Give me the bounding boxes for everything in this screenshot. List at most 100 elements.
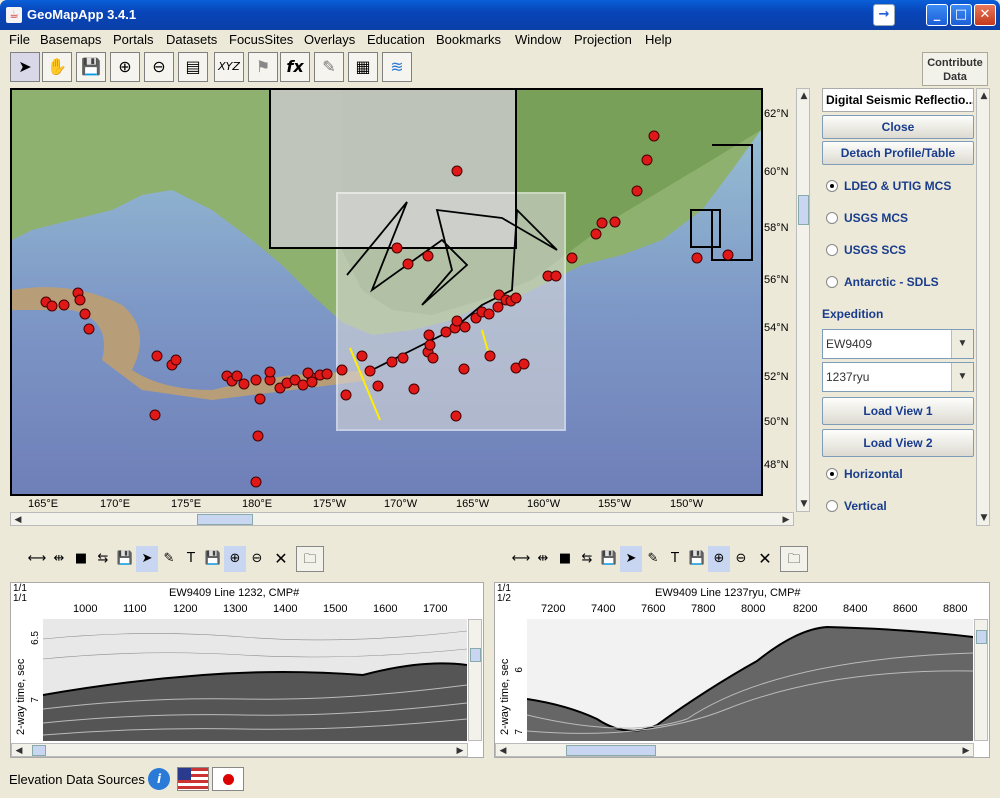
chevron-down-icon[interactable]: ▼ <box>951 330 973 358</box>
line-select[interactable]: 1237ryu ▼ <box>822 362 974 392</box>
menu-portals[interactable]: Portals <box>113 32 153 47</box>
site-marker[interactable] <box>372 380 384 392</box>
site-marker[interactable] <box>397 352 409 364</box>
profile-horizontal-scrollbar[interactable]: ◀ ▶ <box>11 743 468 757</box>
japan-flag-icon[interactable] <box>212 767 244 791</box>
digitize-icon[interactable]: ✎ <box>642 546 664 572</box>
scroll-left-icon[interactable]: ◀ <box>11 513 25 527</box>
scroll-right-icon[interactable]: ▶ <box>959 744 973 758</box>
site-marker[interactable] <box>402 258 414 270</box>
radio-ldeo-utig[interactable]: LDEO & UTIG MCS <box>826 179 951 193</box>
selection-box[interactable] <box>336 192 566 431</box>
radio-usgs-scs[interactable]: USGS SCS <box>826 243 906 257</box>
site-marker[interactable] <box>631 185 643 197</box>
stop-icon[interactable]: ■ <box>70 546 92 572</box>
site-marker[interactable] <box>440 326 452 338</box>
menu-file[interactable]: File <box>9 32 30 47</box>
scroll-thumb[interactable] <box>976 630 987 644</box>
pan-hand-icon[interactable]: ✋ <box>42 52 72 82</box>
zoom-out-icon[interactable]: ⊖ <box>246 546 268 572</box>
profile-view-1[interactable]: 1/1 1/1 EW9409 Line 1232, CMP# 1000 1100… <box>10 582 484 758</box>
map-vertical-scrollbar[interactable]: ▲ ▼ <box>796 88 810 512</box>
radio-horizontal[interactable]: Horizontal <box>826 467 903 481</box>
seismic-section-1[interactable] <box>43 619 467 741</box>
site-marker[interactable] <box>423 329 435 341</box>
profile-horizontal-scrollbar[interactable]: ◀ ▶ <box>495 743 974 757</box>
site-marker[interactable] <box>722 249 734 261</box>
site-marker[interactable] <box>306 376 318 388</box>
profile-vertical-scrollbar[interactable] <box>974 619 988 741</box>
site-marker[interactable] <box>566 252 578 264</box>
site-marker[interactable] <box>641 154 653 166</box>
scroll-right-icon[interactable]: ▶ <box>779 513 793 527</box>
site-marker[interactable] <box>46 300 58 312</box>
narrow-icon[interactable]: ⇹ <box>48 546 70 572</box>
load-view-1-button[interactable]: Load View 1 <box>822 397 974 425</box>
site-marker[interactable] <box>590 228 602 240</box>
save-disk-icon[interactable]: 💾 <box>686 546 708 572</box>
site-marker[interactable] <box>518 358 530 370</box>
digitize-icon[interactable]: ✎ <box>158 546 180 572</box>
save-disk-icon[interactable]: 💾 <box>202 546 224 572</box>
swap-icon[interactable]: ⇆ <box>576 546 598 572</box>
info-icon[interactable]: i <box>148 768 170 790</box>
scroll-thumb[interactable] <box>798 195 809 225</box>
site-marker[interactable] <box>250 374 262 386</box>
radio-antarctic-sdls[interactable]: Antarctic - SDLS <box>826 275 939 289</box>
menu-datasets[interactable]: Datasets <box>166 32 217 47</box>
site-marker[interactable] <box>321 368 333 380</box>
site-marker[interactable] <box>424 339 436 351</box>
widen-icon[interactable]: ⟷ <box>26 546 48 572</box>
narrow-icon[interactable]: ⇹ <box>532 546 554 572</box>
site-marker[interactable] <box>451 165 463 177</box>
radio-usgs-mcs[interactable]: USGS MCS <box>826 211 908 225</box>
site-marker[interactable] <box>356 350 368 362</box>
widen-icon[interactable]: ⟷ <box>510 546 532 572</box>
site-marker[interactable] <box>484 350 496 362</box>
site-marker[interactable] <box>451 315 463 327</box>
folder-icon[interactable]: 🗀 <box>296 546 324 572</box>
site-marker[interactable] <box>250 476 262 488</box>
save-disk-icon[interactable]: 💾 <box>114 546 136 572</box>
save-disk-icon[interactable]: 💾 <box>76 52 106 82</box>
site-marker[interactable] <box>422 250 434 262</box>
site-marker[interactable] <box>340 389 352 401</box>
scroll-thumb[interactable] <box>470 648 481 662</box>
menu-window[interactable]: Window <box>515 32 561 47</box>
swap-icon[interactable]: ⇆ <box>92 546 114 572</box>
digitize-icon[interactable]: ✎ <box>314 52 344 82</box>
site-marker[interactable] <box>254 393 266 405</box>
menu-bookmarks[interactable]: Bookmarks <box>436 32 501 47</box>
site-marker[interactable] <box>550 270 562 282</box>
scroll-left-icon[interactable]: ◀ <box>496 744 510 758</box>
site-marker[interactable] <box>691 252 703 264</box>
scroll-right-icon[interactable]: ▶ <box>453 744 467 758</box>
arrow-right-icon[interactable]: → <box>873 4 895 26</box>
save-disk-icon[interactable]: 💾 <box>598 546 620 572</box>
scroll-thumb[interactable] <box>32 745 46 756</box>
close-window-button[interactable]: ✕ <box>974 4 996 26</box>
site-marker[interactable] <box>264 366 276 378</box>
site-marker[interactable] <box>458 363 470 375</box>
site-marker[interactable] <box>648 130 660 142</box>
site-marker[interactable] <box>149 409 161 421</box>
stop-icon[interactable]: ■ <box>554 546 576 572</box>
map-canvas[interactable] <box>12 90 761 494</box>
map-horizontal-scrollbar[interactable]: ◀ ▶ <box>10 512 794 526</box>
zoom-in-icon[interactable]: ⊕ <box>224 546 246 572</box>
seismic-section-2[interactable] <box>527 619 973 741</box>
site-marker[interactable] <box>596 217 608 229</box>
site-marker[interactable] <box>408 383 420 395</box>
select-arrow-icon[interactable]: ➤ <box>10 52 40 82</box>
close-button[interactable]: Close <box>822 115 974 139</box>
menu-projection[interactable]: Projection <box>574 32 632 47</box>
contribute-data-button[interactable]: Contribute Data <box>922 52 988 86</box>
menu-education[interactable]: Education <box>367 32 425 47</box>
detach-profile-button[interactable]: Detach Profile/Table <box>822 141 974 165</box>
site-marker[interactable] <box>483 308 495 320</box>
menu-focussites[interactable]: FocusSites <box>229 32 293 47</box>
select-arrow-icon[interactable]: ➤ <box>620 546 642 572</box>
site-marker[interactable] <box>450 410 462 422</box>
fx-icon[interactable]: fx <box>280 52 310 82</box>
load-view-2-button[interactable]: Load View 2 <box>822 429 974 457</box>
